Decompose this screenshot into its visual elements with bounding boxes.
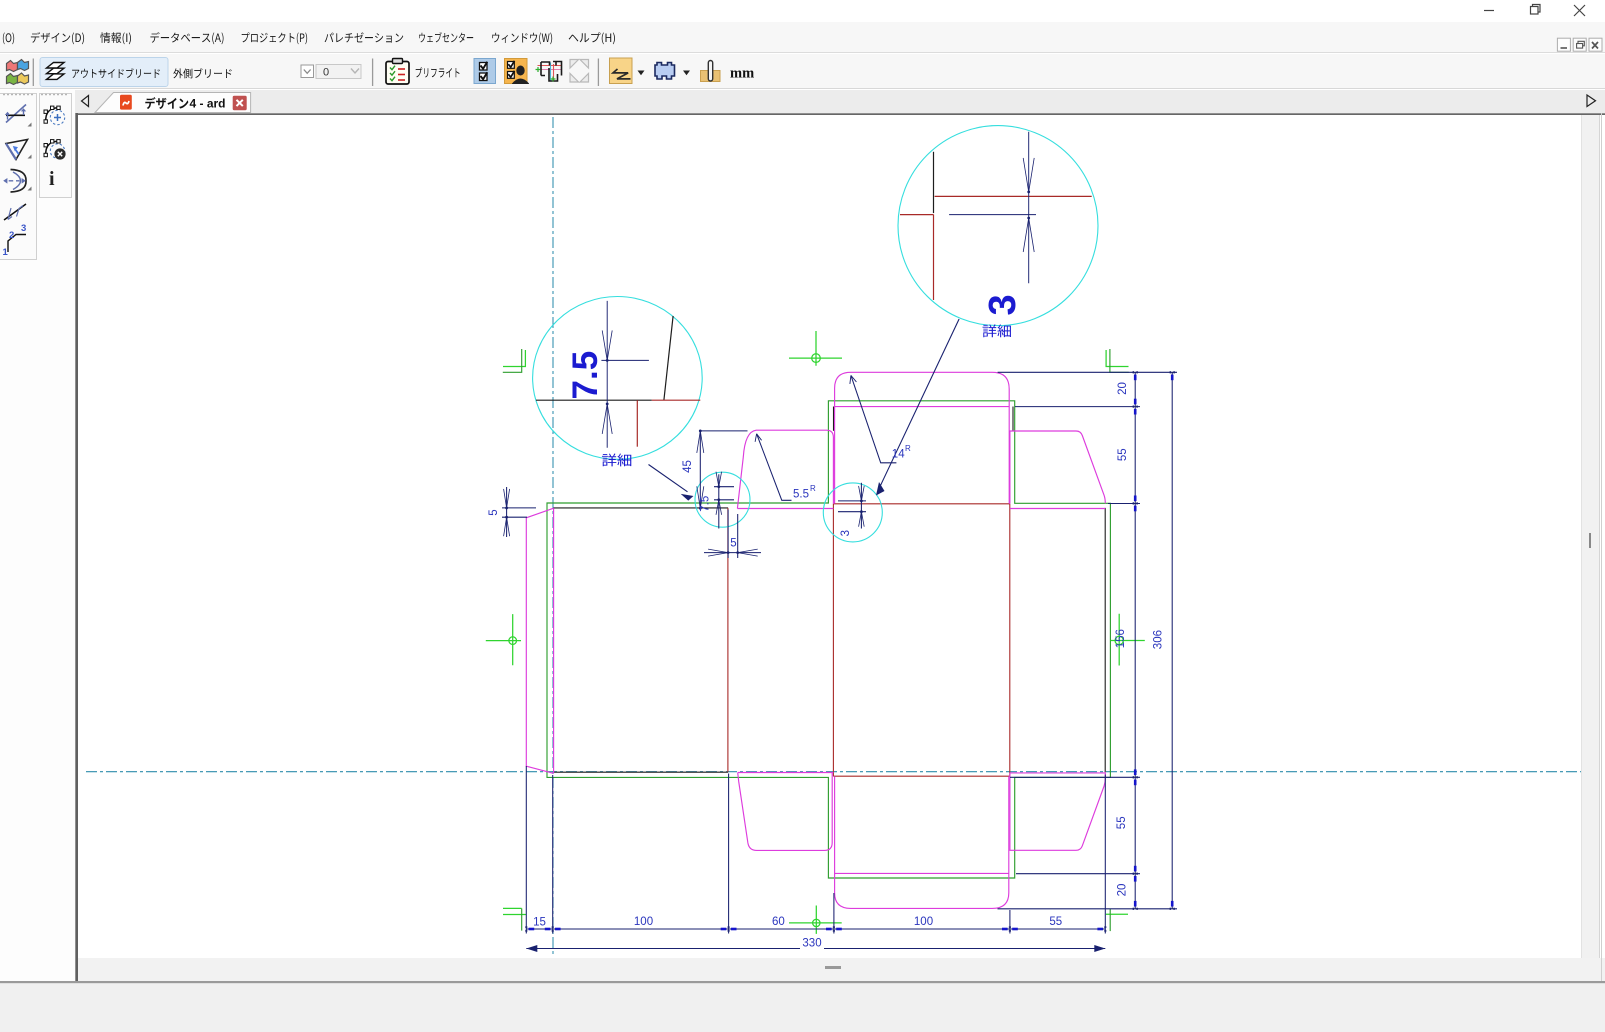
- svg-text:4 - ard: 4 - ard: [190, 97, 226, 111]
- svg-text:14: 14: [892, 449, 905, 461]
- svg-text:3: 3: [840, 530, 852, 536]
- svg-text:20: 20: [1116, 884, 1128, 897]
- svg-text:100: 100: [914, 916, 933, 928]
- svg-text:R: R: [905, 444, 911, 453]
- svg-text:330: 330: [802, 938, 821, 950]
- svg-text:55: 55: [1117, 448, 1129, 461]
- svg-text:3: 3: [21, 223, 26, 234]
- svg-text:156: 156: [1115, 629, 1127, 648]
- svg-text:5: 5: [730, 538, 736, 550]
- svg-text:5: 5: [488, 509, 500, 515]
- svg-text:0: 0: [323, 67, 329, 79]
- svg-text:1: 1: [3, 247, 9, 258]
- svg-text:45: 45: [682, 460, 694, 473]
- svg-text:60: 60: [772, 916, 785, 928]
- svg-text:55: 55: [1049, 916, 1062, 928]
- svg-text:3: 3: [982, 294, 1024, 315]
- svg-text:7.5: 7.5: [700, 496, 712, 512]
- svg-text:20: 20: [1117, 382, 1129, 395]
- svg-text:55: 55: [1116, 816, 1128, 829]
- svg-text:15: 15: [533, 917, 546, 929]
- svg-text:2: 2: [9, 230, 14, 241]
- svg-text:100: 100: [634, 916, 653, 928]
- svg-text:5.5: 5.5: [793, 488, 809, 500]
- svg-text:i: i: [49, 168, 55, 190]
- svg-text:mm: mm: [730, 66, 754, 82]
- svg-text:R: R: [810, 484, 816, 493]
- svg-text:7.5: 7.5: [566, 351, 605, 400]
- svg-text:306: 306: [1153, 630, 1165, 649]
